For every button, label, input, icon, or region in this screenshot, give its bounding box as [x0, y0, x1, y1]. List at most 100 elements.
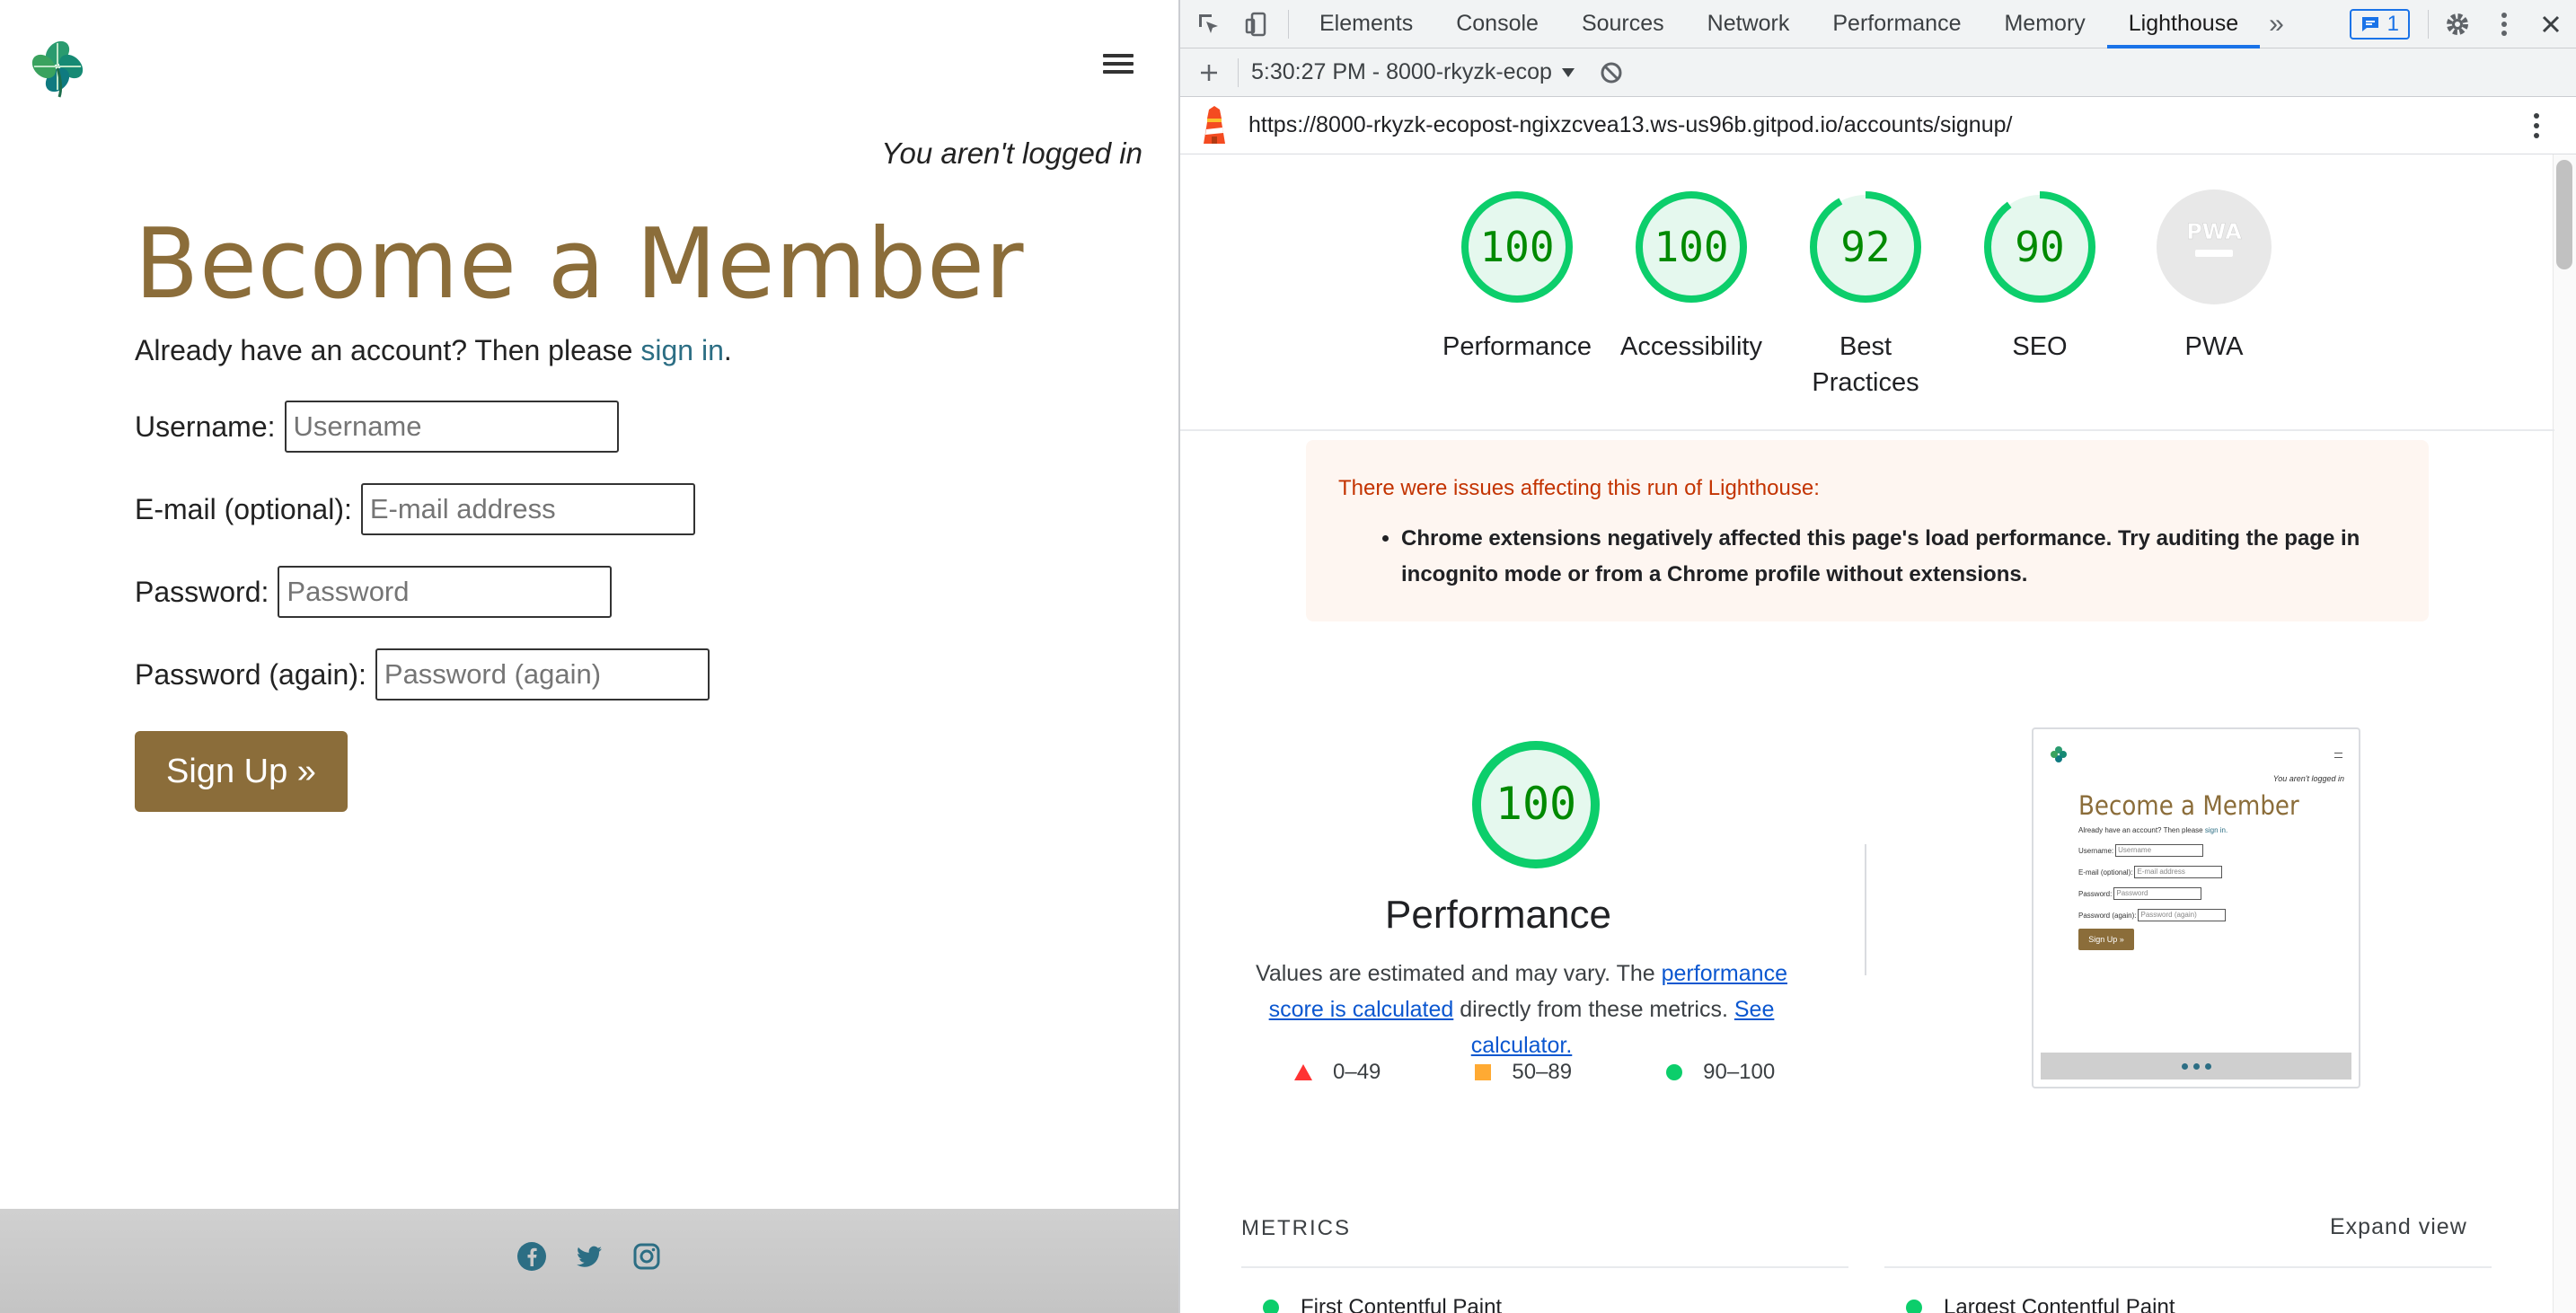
- gauge-best-practices-label-line2: Practices: [1812, 368, 1919, 397]
- devtools-panel: Elements Console Sources Network Perform…: [1178, 0, 2576, 1313]
- instagram-icon[interactable]: [631, 1241, 662, 1272]
- metric-pass-dot-icon: [1906, 1300, 1922, 1313]
- clear-reports-block-icon[interactable]: [1595, 57, 1628, 89]
- more-options-kebab-icon[interactable]: [2488, 8, 2520, 40]
- report-selector-dropdown[interactable]: 5:30:27 PM - 8000-rkyzk-ecop: [1251, 59, 1575, 85]
- thumbnail-email-field: E-mail address: [2134, 866, 2223, 878]
- signin-prompt-period: .: [723, 334, 732, 366]
- thumbnail-login-status: You aren't logged in: [2272, 774, 2344, 783]
- metric-pass-dot-icon: [1263, 1300, 1279, 1313]
- legend-average-label: 50–89: [1512, 1060, 1573, 1084]
- warning-list: Chrome extensions negatively affected th…: [1401, 521, 2396, 593]
- metric-largest-contentful-paint-label: Largest Contentful Paint: [1944, 1295, 2175, 1313]
- thumbnail-row-password: Password: Password: [2078, 887, 2202, 900]
- gauge-pwa[interactable]: PWA PWA: [2129, 189, 2299, 365]
- gauge-accessibility[interactable]: 100 Accessibility: [1606, 189, 1777, 365]
- more-tabs-button[interactable]: »: [2260, 0, 2293, 48]
- close-devtools-icon[interactable]: [2535, 8, 2567, 40]
- username-input[interactable]: [284, 401, 619, 453]
- gauge-accessibility-value: 100: [1654, 223, 1729, 271]
- svg-text:PWA: PWA: [2186, 219, 2242, 244]
- menu-hamburger-icon[interactable]: [1103, 54, 1134, 77]
- thumbnail-password-label: Password:: [2078, 889, 2113, 898]
- password-again-label: Password (again):: [135, 657, 366, 691]
- thumbnail-row-username: Username: Username: [2078, 844, 2204, 857]
- sign-up-button[interactable]: Sign Up »: [135, 731, 348, 812]
- legend-average: 50–89: [1474, 1060, 1572, 1085]
- pwa-badge-icon: PWA: [2157, 189, 2272, 304]
- twitter-icon[interactable]: [574, 1241, 604, 1272]
- gauge-seo[interactable]: 90 SEO: [1954, 189, 2125, 365]
- tab-network[interactable]: Network: [1686, 0, 1812, 48]
- gauge-performance-ring: 100: [1459, 189, 1575, 305]
- metric-first-contentful-paint: First Contentful Paint: [1263, 1295, 1502, 1313]
- login-status-text: You aren't logged in: [881, 137, 1142, 170]
- website-viewport: You aren't logged in Become a Member Alr…: [0, 0, 1178, 1313]
- gauge-best-practices[interactable]: 92 Best Practices: [1780, 189, 1951, 401]
- thumbnail-row-email: E-mail (optional): E-mail address: [2078, 866, 2223, 878]
- password-label: Password:: [135, 575, 269, 608]
- performance-description-prefix: Values are estimated and may vary. The: [1256, 961, 1662, 986]
- expand-view-toggle[interactable]: Expand view: [2330, 1214, 2467, 1240]
- tab-lighthouse[interactable]: Lighthouse: [2106, 0, 2261, 48]
- settings-gear-icon[interactable]: [2441, 8, 2474, 40]
- final-screenshot-thumbnail[interactable]: You aren't logged in Become a Member Alr…: [2032, 727, 2360, 1088]
- average-square-icon: [1475, 1064, 1492, 1080]
- metrics-rule-right: [1884, 1266, 2492, 1268]
- thumbnail-signin-prompt: Already have an account? Then please sig…: [2078, 826, 2228, 834]
- gauge-best-practices-label-line1: Best: [1839, 332, 1892, 361]
- facebook-icon[interactable]: [516, 1241, 547, 1272]
- gauge-pwa-label: PWA: [2184, 332, 2244, 361]
- report-url-bar: https://8000-rkyzk-ecopost-ngixzcvea13.w…: [1180, 97, 2576, 154]
- issues-count: 1: [2386, 11, 2399, 36]
- gauge-seo-label: SEO: [2012, 332, 2068, 361]
- metric-largest-contentful-paint: Largest Contentful Paint: [1906, 1295, 2175, 1313]
- gauge-performance[interactable]: 100 Performance: [1432, 189, 1602, 365]
- thumbnail-signin-link: sign in.: [2204, 826, 2228, 834]
- tab-sources[interactable]: Sources: [1560, 0, 1686, 48]
- device-toolbar-icon[interactable]: [1241, 8, 1274, 40]
- inspect-element-icon[interactable]: [1193, 8, 1225, 40]
- gauge-best-practices-ring: 92: [1807, 189, 1924, 305]
- thumbnail-email-label: E-mail (optional):: [2078, 868, 2133, 877]
- chevron-down-icon: [1561, 67, 1575, 77]
- clover-logo-icon[interactable]: [25, 34, 90, 99]
- issues-badge[interactable]: 1: [2349, 8, 2410, 40]
- gauge-best-practices-label: Best Practices: [1780, 329, 1951, 401]
- warning-item: Chrome extensions negatively affected th…: [1401, 521, 2396, 593]
- gauge-accessibility-label: Accessibility: [1620, 332, 1762, 361]
- username-label: Username:: [135, 410, 276, 443]
- page-title: Become a Member: [135, 208, 1025, 321]
- lighthouse-toolbar: 5:30:27 PM - 8000-rkyzk-ecop: [1180, 48, 2576, 97]
- legend-fail: 0–49: [1293, 1060, 1381, 1085]
- report-scroll-track[interactable]: [2553, 154, 2576, 1313]
- signin-prompt-text: Already have an account? Then please: [135, 334, 641, 366]
- password-again-input[interactable]: [375, 648, 710, 701]
- signin-link[interactable]: sign in: [640, 334, 724, 366]
- password-input[interactable]: [278, 566, 613, 618]
- report-scrollbar-thumb[interactable]: [2556, 160, 2572, 269]
- tab-performance[interactable]: Performance: [1811, 0, 1982, 48]
- warning-title: There were issues affecting this run of …: [1338, 476, 1820, 500]
- email-input[interactable]: [360, 483, 695, 535]
- performance-divider: [1865, 844, 1866, 975]
- report-menu-kebab-icon[interactable]: [2520, 110, 2553, 142]
- email-label: E-mail (optional):: [135, 492, 352, 525]
- thumbnail-password-again-field: Password (again): [2138, 909, 2227, 921]
- score-scale-legend: 0–49 50–89 90–100: [1293, 1060, 1832, 1085]
- thumbnail-footer: [2041, 1053, 2351, 1079]
- issues-message-icon: [2361, 16, 2378, 31]
- pass-circle-icon: [1666, 1064, 1683, 1080]
- thumbnail-username-field: Username: [2115, 844, 2204, 857]
- metrics-heading: METRICS: [1241, 1216, 1351, 1240]
- tab-memory[interactable]: Memory: [1982, 0, 2106, 48]
- gauge-seo-ring: 90: [1981, 189, 2098, 305]
- signin-prompt: Already have an account? Then please sig…: [135, 334, 732, 367]
- new-report-plus-icon[interactable]: [1193, 57, 1225, 89]
- tab-console[interactable]: Console: [1434, 0, 1560, 48]
- site-footer: [0, 1209, 1178, 1313]
- legend-pass-label: 90–100: [1703, 1060, 1776, 1084]
- devtools-tab-bar: Elements Console Sources Network Perform…: [1180, 0, 2576, 48]
- performance-description: Values are estimated and may vary. The p…: [1234, 956, 1809, 1063]
- tab-elements[interactable]: Elements: [1298, 0, 1434, 48]
